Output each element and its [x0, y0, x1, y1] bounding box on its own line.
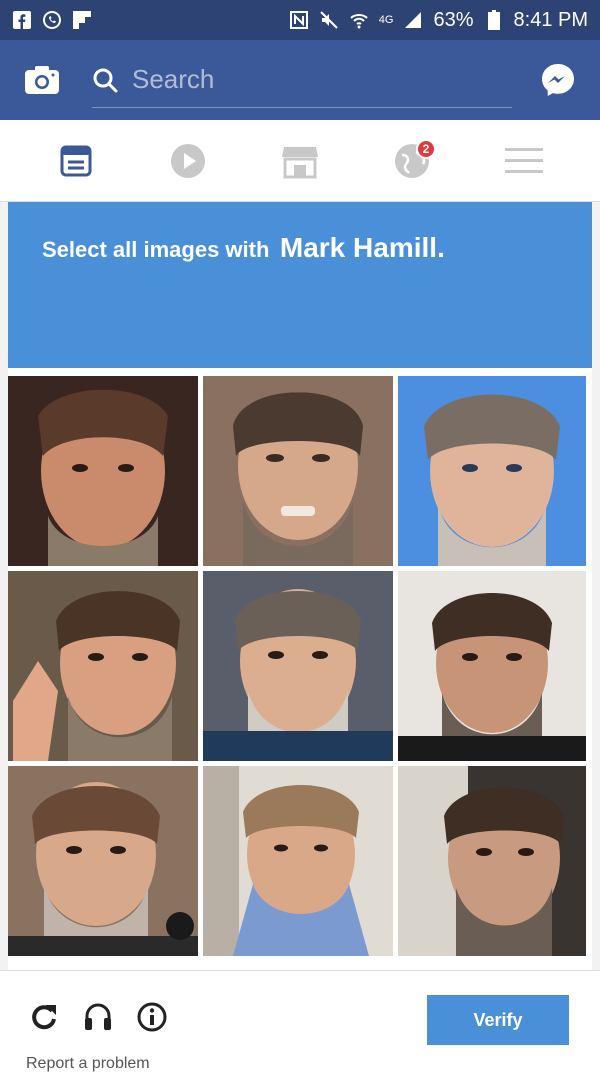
wifi-icon [349, 10, 369, 30]
battery-percent: 63% [433, 8, 474, 31]
notification-badge: 2 [416, 138, 436, 159]
captcha-widget: Select all images with Mark Hamill. Repo… [0, 202, 600, 1072]
captcha-tile-6[interactable] [398, 571, 586, 761]
captcha-tile-7[interactable] [8, 766, 198, 956]
captcha-tile-4[interactable] [8, 571, 198, 761]
newsfeed-icon [60, 145, 92, 176]
tab-menu[interactable] [494, 131, 554, 191]
captcha-prompt: Select all images with Mark Hamill. [8, 202, 592, 368]
status-bar: 4G 63% 8:41 PM [0, 0, 600, 40]
clock: 8:41 PM [513, 8, 588, 31]
signal-icon [403, 10, 423, 30]
captcha-tile-3[interactable] [398, 376, 586, 566]
search-bar[interactable] [92, 52, 512, 108]
captcha-tile-1[interactable] [8, 376, 198, 566]
whatsapp-icon [42, 10, 62, 30]
app-header [0, 40, 600, 120]
search-icon [92, 67, 118, 93]
portrait-image [8, 571, 198, 761]
portrait-image [398, 766, 586, 956]
portrait-image [203, 376, 393, 566]
captcha-tile-5[interactable] [203, 571, 393, 761]
messenger-icon[interactable] [540, 62, 576, 98]
portrait-image [8, 766, 198, 956]
play-icon [171, 143, 205, 178]
flipboard-icon [72, 10, 92, 30]
status-left [12, 10, 92, 30]
portrait-image [398, 571, 586, 761]
captcha-grid [8, 376, 592, 956]
verify-button[interactable]: Verify [427, 995, 569, 1045]
battery-icon [484, 10, 504, 30]
captcha-footer: Report a problem Verify [0, 970, 600, 1072]
camera-icon[interactable] [24, 62, 60, 98]
tab-watch[interactable] [158, 131, 218, 191]
mute-icon [319, 10, 339, 30]
info-icon[interactable] [134, 999, 170, 1035]
store-icon [282, 146, 318, 178]
prompt-target: Mark Hamill. [279, 232, 445, 263]
reload-icon[interactable] [26, 999, 62, 1035]
captcha-tile-9[interactable] [398, 766, 586, 956]
hamburger-icon [505, 147, 543, 173]
prompt-lead: Select all images with [42, 237, 270, 262]
nfc-icon [289, 10, 309, 30]
portrait-image [203, 571, 393, 761]
tab-notifications[interactable]: 2 [382, 131, 442, 191]
tab-marketplace[interactable] [270, 131, 330, 191]
tab-news-feed[interactable] [46, 131, 106, 191]
report-problem-link[interactable]: Report a problem [26, 1055, 150, 1073]
portrait-image [8, 376, 198, 566]
status-right: 4G 63% 8:41 PM [289, 9, 588, 32]
captcha-tile-8[interactable] [203, 766, 393, 956]
captcha-tile-2[interactable] [203, 376, 393, 566]
nav-tabs: 2 [0, 120, 600, 202]
captcha-panel: Select all images with Mark Hamill. [8, 202, 592, 970]
portrait-image [398, 376, 586, 566]
search-input[interactable] [132, 64, 492, 95]
captcha-tools [26, 999, 170, 1035]
portrait-image [203, 766, 393, 956]
facebook-icon [12, 10, 32, 30]
audio-icon[interactable] [80, 999, 116, 1035]
network-type: 4G [378, 14, 394, 26]
